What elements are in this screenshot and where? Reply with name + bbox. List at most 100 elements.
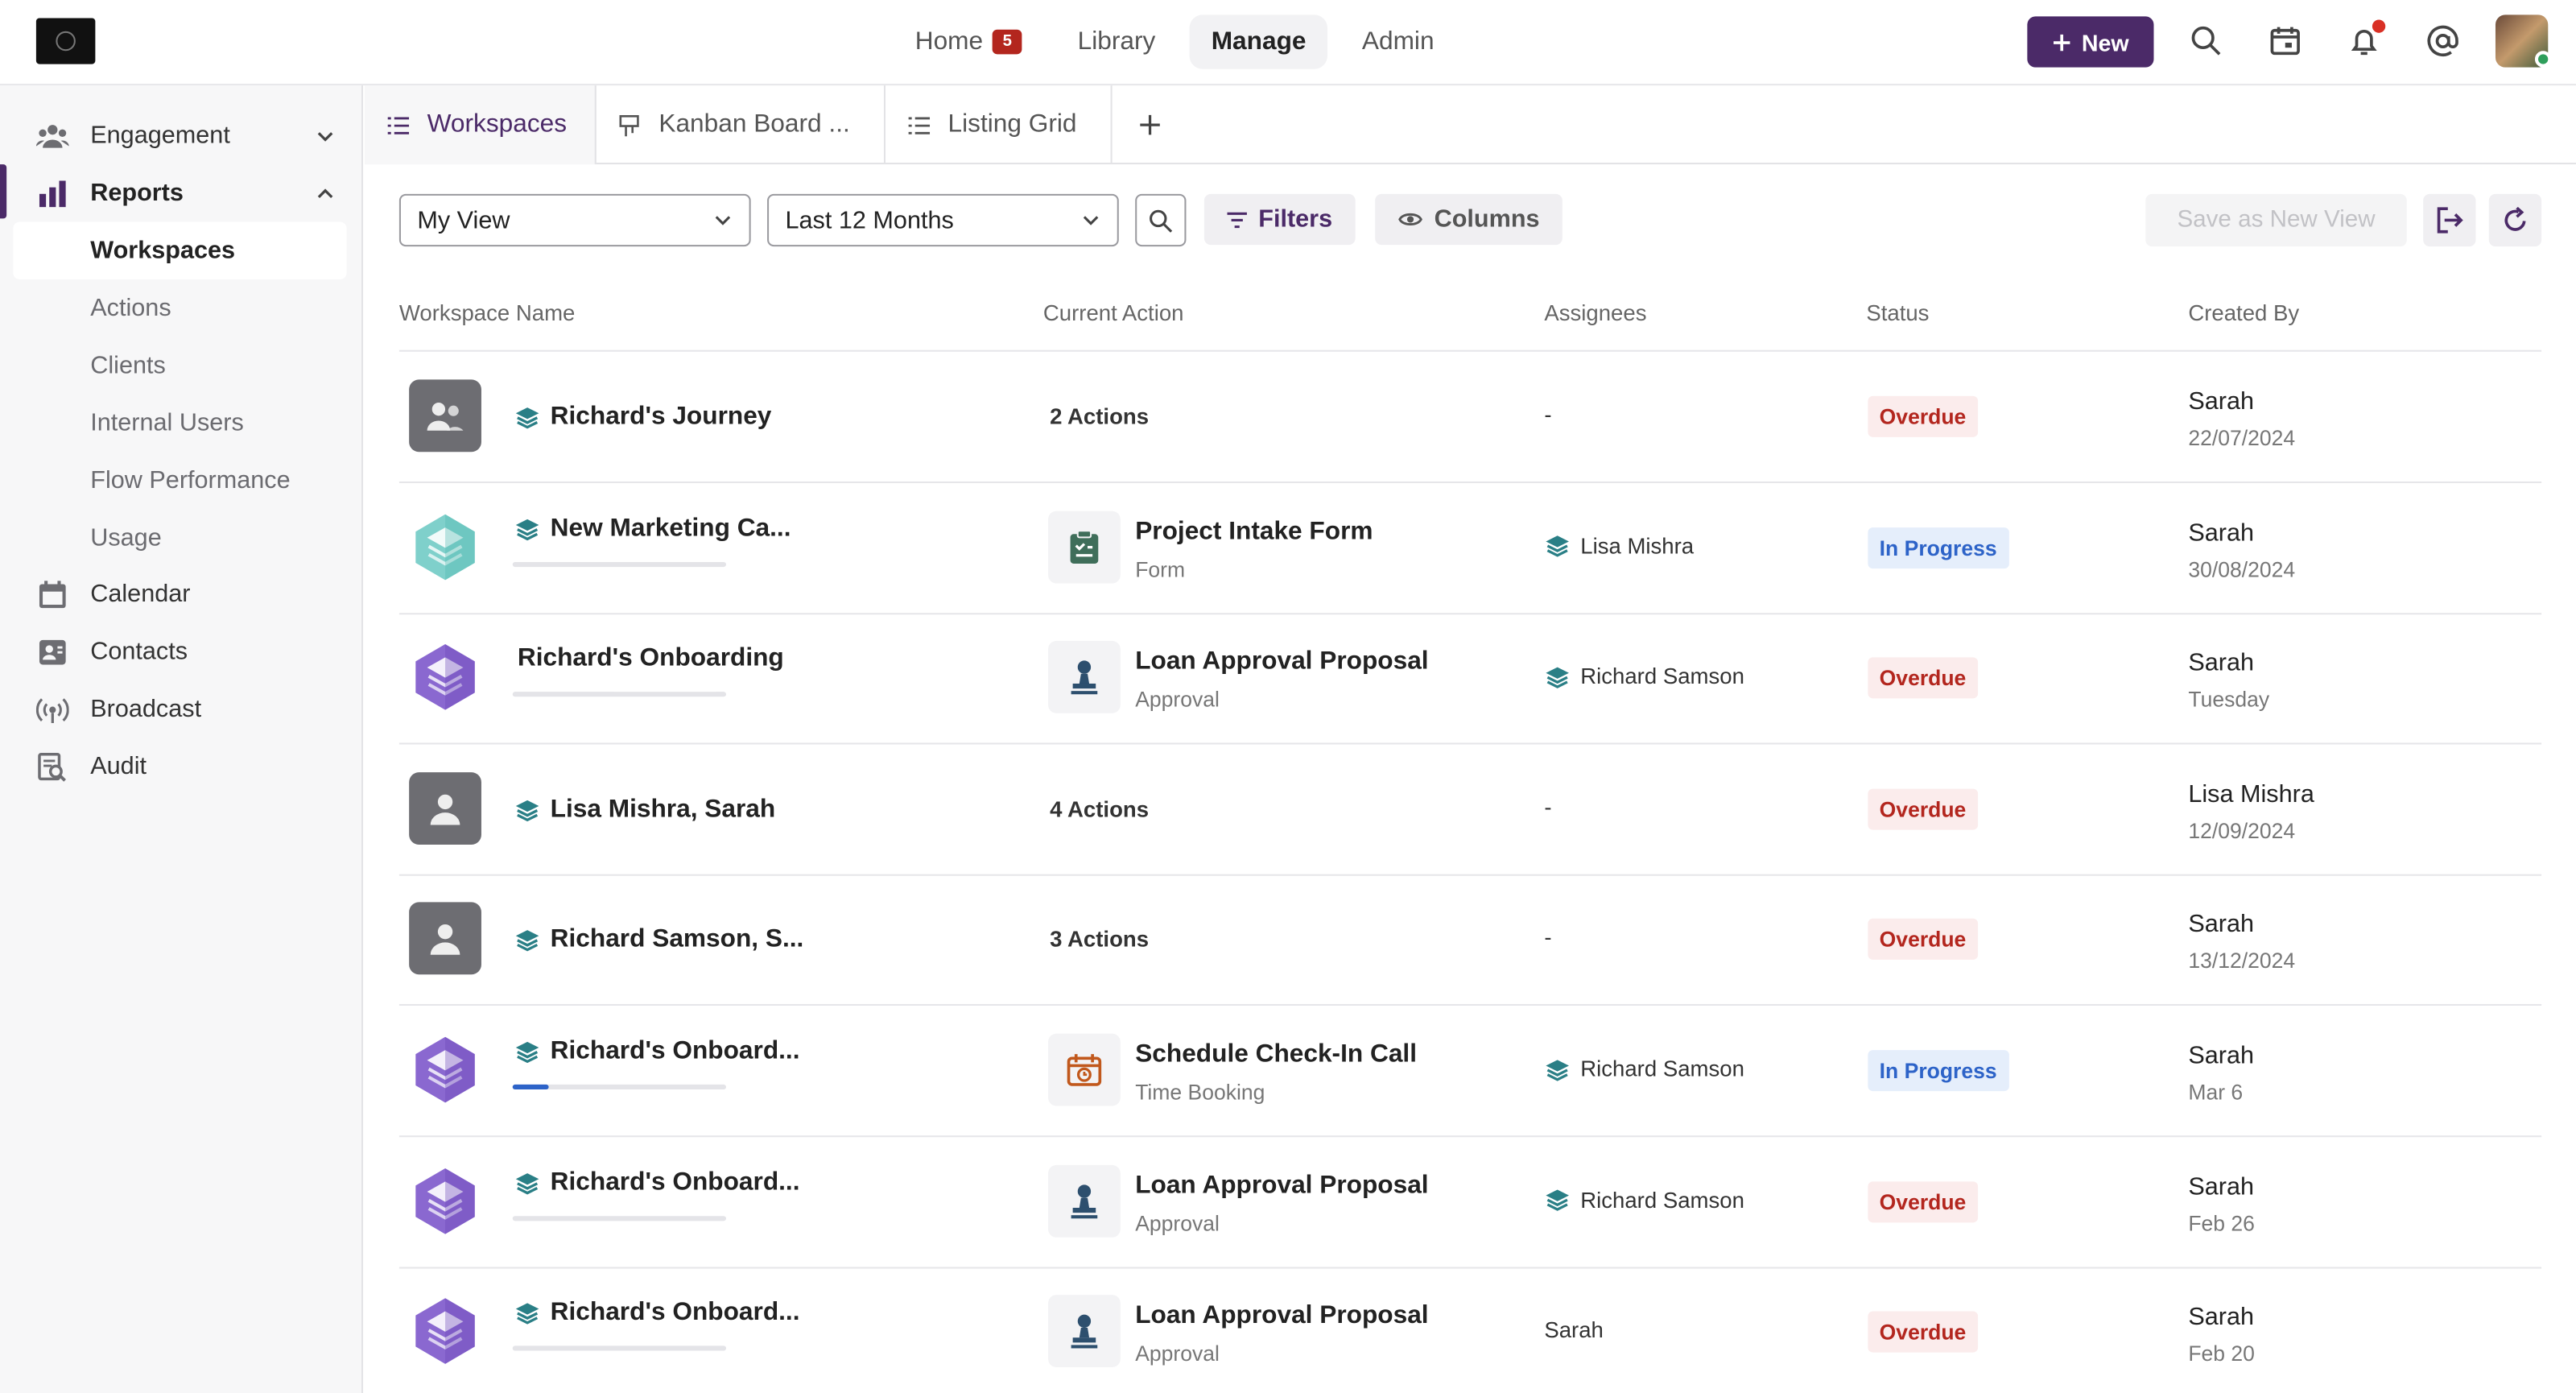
assignee-name: Richard Samson [1580, 1056, 1744, 1081]
date-range-select[interactable]: Last 12 Months [767, 193, 1119, 247]
assignee: Sarah [1544, 1318, 1604, 1343]
sidebar-item-calendar[interactable]: Calendar [0, 565, 363, 622]
tab-kanban-board[interactable]: Kanban Board ... [597, 85, 886, 165]
table-row[interactable]: Richard's Journey 2 Actions - Overdue Sarah 2… [398, 352, 2542, 483]
sidebar-subitem-workspaces[interactable]: Workspaces [13, 221, 347, 279]
at-icon[interactable] [2423, 22, 2462, 61]
tab-listing-grid[interactable]: Listing Grid [886, 85, 1113, 165]
nav-admin[interactable]: Admin [1340, 14, 1455, 68]
created-by-name: Sarah [2188, 911, 2255, 940]
sidebar-subitem-clients[interactable]: Clients [90, 337, 166, 394]
column-header-current-action[interactable]: Current Action [1043, 300, 1184, 325]
sidebar-subitem-actions[interactable]: Actions [90, 279, 171, 337]
refresh-button[interactable] [2488, 193, 2542, 247]
workspace-name-text: Richard's Journey [550, 402, 772, 431]
assignee-stack-icon [1544, 665, 1571, 688]
app-logo[interactable] [35, 18, 96, 64]
column-header-assignees[interactable]: Assignees [1544, 300, 1646, 325]
export-button[interactable] [2423, 193, 2476, 247]
sidebar-item-contacts[interactable]: Contacts [0, 622, 363, 680]
created-by-name: Sarah [2188, 519, 2255, 547]
workspace-progress-bar [512, 692, 727, 697]
action-title[interactable]: Project Intake Form [1135, 517, 1373, 547]
table-row[interactable]: Richard's Onboard... Loan Approval Propos… [399, 1267, 2541, 1393]
approval-icon [1048, 641, 1121, 714]
workspace-stack-icon [514, 517, 541, 540]
list-icon [908, 114, 932, 137]
workspace-name[interactable]: Richard's Onboard... [514, 1168, 800, 1197]
workspace-name[interactable]: Richard Samson, S... [514, 926, 803, 956]
workspace-progress-bar [512, 561, 727, 567]
sidebar-subitem-usage[interactable]: Usage [90, 510, 161, 567]
action-title[interactable]: Loan Approval Proposal [1135, 1171, 1428, 1201]
sidebar-item-engagement[interactable]: Engagement [0, 107, 363, 164]
columns-button[interactable]: Columns [1375, 193, 1563, 246]
created-date: 22/07/2024 [2188, 425, 2296, 451]
nav-library-label: Library [1077, 27, 1156, 56]
sidebar-item-audit[interactable]: Audit [0, 738, 363, 795]
workspace-name[interactable]: Richard's Onboard... [514, 1299, 800, 1329]
table-search-button[interactable] [1135, 193, 1187, 247]
assignee: Richard Samson [1544, 664, 1744, 688]
export-icon [2437, 207, 2463, 234]
sidebar-item-label: Contacts [90, 637, 188, 666]
sidebar-item-broadcast[interactable]: Broadcast [0, 680, 363, 738]
chevron-up-icon[interactable] [314, 182, 337, 205]
workspace-name[interactable]: Lisa Mishra, Sarah [514, 795, 775, 825]
app-root: Home 5 Library Manage Admin New Engageme… [0, 0, 2576, 1393]
table-row[interactable]: Richard's Onboard... Schedule Check-In Ca… [398, 1006, 2542, 1138]
action-title[interactable]: Loan Approval Proposal [1135, 647, 1428, 677]
save-as-new-view-button[interactable]: Save as New View [2145, 193, 2407, 247]
date-range-value: Last 12 Months [785, 206, 954, 234]
sidebar-subitem-internal-users[interactable]: Internal Users [90, 395, 244, 452]
assignee-name: - [1544, 795, 1552, 820]
calendar-icon[interactable] [2265, 22, 2305, 61]
new-button[interactable]: New [2027, 16, 2154, 68]
nav-home[interactable]: Home 5 [894, 14, 1043, 68]
column-header-created-by[interactable]: Created By [2188, 300, 2299, 325]
table-row[interactable]: Richard's Onboard... Loan Approval Propos… [398, 1136, 2542, 1268]
nav-library[interactable]: Library [1056, 14, 1177, 68]
add-tab-icon[interactable] [1130, 105, 1170, 145]
status-badge: Overdue [1868, 919, 1978, 961]
filters-button[interactable]: Filters [1203, 193, 1356, 246]
nav-manage[interactable]: Manage [1190, 14, 1328, 69]
table-row[interactable]: New Marketing Ca... Project Intake Form Fo… [398, 482, 2542, 614]
columns-label: Columns [1434, 205, 1540, 234]
kanban-icon [619, 114, 642, 137]
column-header-status[interactable]: Status [1866, 300, 1929, 325]
home-badge: 5 [993, 29, 1022, 55]
workspace-name-text: Richard's Onboard... [550, 1036, 800, 1065]
table-row[interactable]: Richard Samson, S... 3 Actions - Overdue Sar… [398, 875, 2542, 1007]
workspace-name[interactable]: Richard's Journey [514, 402, 772, 432]
chevron-down-icon[interactable] [314, 124, 337, 147]
table-row[interactable]: Richard's Onboarding Loan Approval Propos… [398, 614, 2542, 745]
table-row[interactable]: Lisa Mishra, Sarah 4 Actions - Overdue Lisa … [398, 744, 2542, 876]
assignee-name: - [1544, 402, 1552, 428]
search-icon[interactable] [2186, 22, 2226, 61]
action-type: Form [1135, 556, 1186, 581]
action-count[interactable]: 4 Actions [1050, 796, 1149, 821]
online-status-dot [2534, 51, 2552, 68]
tab-workspaces[interactable]: Workspaces [365, 85, 597, 165]
broadcast-icon [35, 692, 69, 725]
workspace-name[interactable]: Richard's Onboard... [514, 1037, 800, 1067]
workspace-name[interactable]: New Marketing Ca... [514, 514, 791, 544]
refresh-icon [2504, 207, 2526, 231]
main-nav: Home 5 Library Manage Admin [894, 14, 1455, 69]
view-select[interactable]: My View [398, 193, 751, 247]
workspace-name[interactable]: Richard's Onboarding [518, 644, 784, 674]
action-title[interactable]: Loan Approval Proposal [1135, 1302, 1428, 1332]
column-header-workspace-name[interactable]: Workspace Name [399, 300, 575, 325]
sidebar-item-reports[interactable]: Reports [0, 164, 363, 221]
sidebar-subitem-flow-performance[interactable]: Flow Performance [90, 452, 290, 509]
filters-label: Filters [1258, 205, 1333, 234]
filter-icon [1227, 211, 1247, 228]
action-count[interactable]: 3 Actions [1050, 928, 1149, 953]
created-by-name: Sarah [2188, 649, 2255, 678]
status-badge: Overdue [1868, 788, 1978, 830]
workspace-name-text: Richard's Onboard... [550, 1298, 800, 1327]
action-title[interactable]: Schedule Check-In Call [1135, 1040, 1417, 1070]
action-count[interactable]: 2 Actions [1050, 404, 1149, 429]
workspace-progress-bar [512, 1084, 727, 1090]
